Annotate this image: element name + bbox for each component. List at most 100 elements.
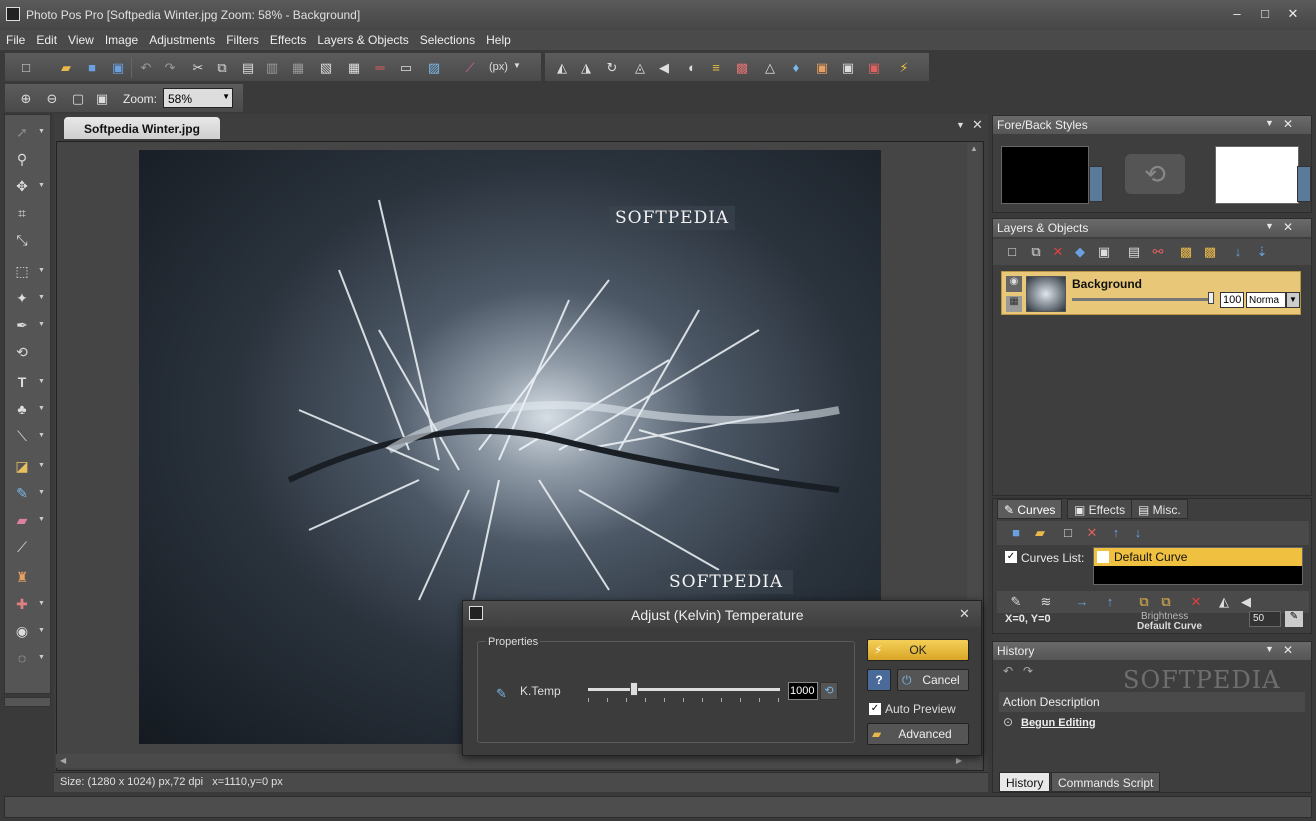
curves-list[interactable]: Default Curve	[1093, 547, 1303, 585]
healing-tool-icon[interactable]: ✚	[11, 593, 33, 615]
brightness-input[interactable]: 50	[1249, 611, 1281, 627]
add-object-icon[interactable]: ▣	[1095, 243, 1113, 261]
rect-select-tool-icon[interactable]: ⬚	[11, 260, 33, 282]
mirror-icon[interactable]: ◬	[631, 59, 649, 77]
maximize-button[interactable]: □	[1254, 6, 1276, 24]
chevron-down-icon[interactable]: ▼	[38, 647, 46, 669]
units-selector[interactable]: (px)	[489, 61, 508, 73]
opacity-slider-thumb[interactable]	[1208, 292, 1214, 304]
chevron-down-icon[interactable]: ▼	[38, 398, 46, 420]
text-tool-icon[interactable]: T	[11, 371, 33, 393]
dialog-close-button[interactable]: ✕	[959, 606, 970, 622]
chevron-down-icon[interactable]: ▼	[38, 260, 46, 282]
measure-icon[interactable]: ⟋	[461, 59, 479, 77]
pen-tool-icon[interactable]: ✒	[11, 314, 33, 336]
brush-tool-icon[interactable]: ✎	[11, 482, 33, 504]
ktemp-input[interactable]: 1000	[788, 682, 818, 700]
save-icon[interactable]: ■	[83, 59, 101, 77]
chevron-down-icon[interactable]: ▼	[38, 425, 46, 447]
move-bottom-icon[interactable]: ⇣	[1253, 243, 1271, 261]
reset-value-icon[interactable]: ⟲	[820, 682, 838, 700]
menu-layers-objects[interactable]: Layers & Objects	[311, 30, 413, 47]
ungroup-icon[interactable]: ▩	[1201, 243, 1219, 261]
open-folder-icon[interactable]: ▰	[57, 59, 75, 77]
opacity-input[interactable]: 100	[1220, 292, 1244, 308]
chevron-down-icon[interactable]: ▼	[222, 92, 230, 101]
history-item[interactable]: Begun Editing	[1021, 717, 1096, 729]
curve-link-icon[interactable]: ⧉	[1135, 593, 1153, 611]
help-button[interactable]: ?	[867, 669, 891, 691]
curves-list-checkbox[interactable]: ✓	[1005, 551, 1017, 563]
opacity-slider-track[interactable]	[1072, 298, 1214, 301]
zoom-in-icon[interactable]: ⊕	[17, 90, 35, 108]
zoom-tool-icon[interactable]: ⚲	[11, 148, 33, 170]
minimize-button[interactable]: –	[1226, 6, 1248, 24]
ruler-icon[interactable]: ═	[371, 59, 389, 77]
chevron-down-icon[interactable]: ▼	[38, 371, 46, 393]
group-icon[interactable]: ▩	[1177, 243, 1195, 261]
curve-unlink-icon[interactable]: ⧉	[1157, 593, 1175, 611]
curve-down-icon[interactable]: ↓	[1129, 524, 1147, 542]
tab-document[interactable]: Softpedia Winter.jpg	[64, 117, 220, 139]
photo-effect-icon[interactable]: ▣	[813, 59, 831, 77]
menu-image[interactable]: Image	[99, 30, 143, 47]
delete-curve-icon[interactable]: ✕	[1083, 524, 1101, 542]
horizontal-scrollbar[interactable]: ◀ ▶	[56, 754, 966, 768]
paste-layer-icon[interactable]: ▦	[289, 59, 307, 77]
auto-preview-checkbox[interactable]: ✓	[869, 703, 881, 715]
stamp-tool-icon[interactable]: ♜	[11, 566, 33, 588]
chevron-down-icon[interactable]: ▼	[1286, 292, 1300, 308]
layer-properties-icon[interactable]: ◆	[1071, 243, 1089, 261]
layer-row-background[interactable]: ◉ ▦ Background 100 Norma ▼	[1001, 271, 1301, 315]
close-panel-icon[interactable]: ✕	[1283, 220, 1293, 234]
photo-icon[interactable]: ▣	[839, 59, 857, 77]
open-curve-icon[interactable]: ▰	[1031, 524, 1049, 542]
menu-filters[interactable]: Filters	[220, 30, 264, 47]
curve-up-icon[interactable]: ↑	[1107, 524, 1125, 542]
cut-icon[interactable]: ✂	[189, 59, 207, 77]
zoom-out-icon[interactable]: ⊖	[43, 90, 61, 108]
chevron-down-icon[interactable]: ▼	[38, 314, 46, 336]
background-style-button[interactable]	[1297, 166, 1311, 202]
close-window-button[interactable]: ✕	[1282, 6, 1304, 24]
new-file-icon[interactable]: □	[17, 59, 35, 77]
curve-delete-icon[interactable]: ✕	[1187, 593, 1205, 611]
eyedropper-tool-icon[interactable]: ⟋	[11, 536, 33, 558]
flip-horizontal-icon[interactable]: ◭	[553, 59, 571, 77]
curve-forward-icon[interactable]: →	[1073, 593, 1091, 611]
curve-pen-icon[interactable]: ✎	[1007, 593, 1025, 611]
redo-icon[interactable]: ↷	[161, 59, 179, 77]
mirror-left-icon[interactable]: ◀	[655, 59, 673, 77]
foreground-swatch[interactable]	[1001, 146, 1089, 204]
zoom-fit-icon[interactable]: ▢	[69, 90, 87, 108]
sharpen-icon[interactable]: △	[761, 59, 779, 77]
chevron-down-icon[interactable]: ▼	[1265, 644, 1274, 654]
undo-icon[interactable]: ↶	[137, 59, 155, 77]
eraser-tool-icon[interactable]: ▰	[11, 509, 33, 531]
color-balance-icon[interactable]: ≡	[707, 59, 725, 77]
red-eye-icon[interactable]: ▣	[865, 59, 883, 77]
history-redo-icon[interactable]: ↷	[1023, 664, 1033, 678]
tab-misc[interactable]: ▤ Misc.	[1131, 499, 1188, 519]
move-down-icon[interactable]: ↓	[1229, 243, 1247, 261]
chevron-down-icon[interactable]: ▼	[1265, 221, 1274, 231]
red-eye-tool-icon[interactable]: ◉	[11, 620, 33, 642]
grid-icon[interactable]: ▦	[345, 59, 363, 77]
ktemp-slider-thumb[interactable]	[630, 682, 639, 696]
save-curve-icon[interactable]: ■	[1007, 524, 1025, 542]
scroll-up-icon[interactable]: ▲	[970, 144, 978, 153]
move-tool-icon[interactable]: ✥	[11, 175, 33, 197]
line-tool-icon[interactable]: ⟍	[11, 425, 33, 447]
new-curve-icon[interactable]: □	[1059, 524, 1077, 542]
actual-size-icon[interactable]: ▣	[93, 90, 111, 108]
blend-mode-select[interactable]: Norma	[1246, 292, 1286, 308]
scroll-left-icon[interactable]: ◀	[60, 756, 66, 765]
drop-icon[interactable]: ♦	[787, 59, 805, 77]
copy-icon[interactable]: ⧉	[213, 59, 231, 77]
menu-file[interactable]: File	[0, 30, 30, 47]
transform-tool-icon[interactable]: ⤡	[11, 229, 33, 251]
duplicate-layer-icon[interactable]: ⧉	[1027, 243, 1045, 261]
tab-history[interactable]: History	[999, 772, 1051, 792]
chevron-down-icon[interactable]: ▼	[38, 620, 46, 642]
chevron-down-icon[interactable]: ▼	[38, 455, 46, 477]
